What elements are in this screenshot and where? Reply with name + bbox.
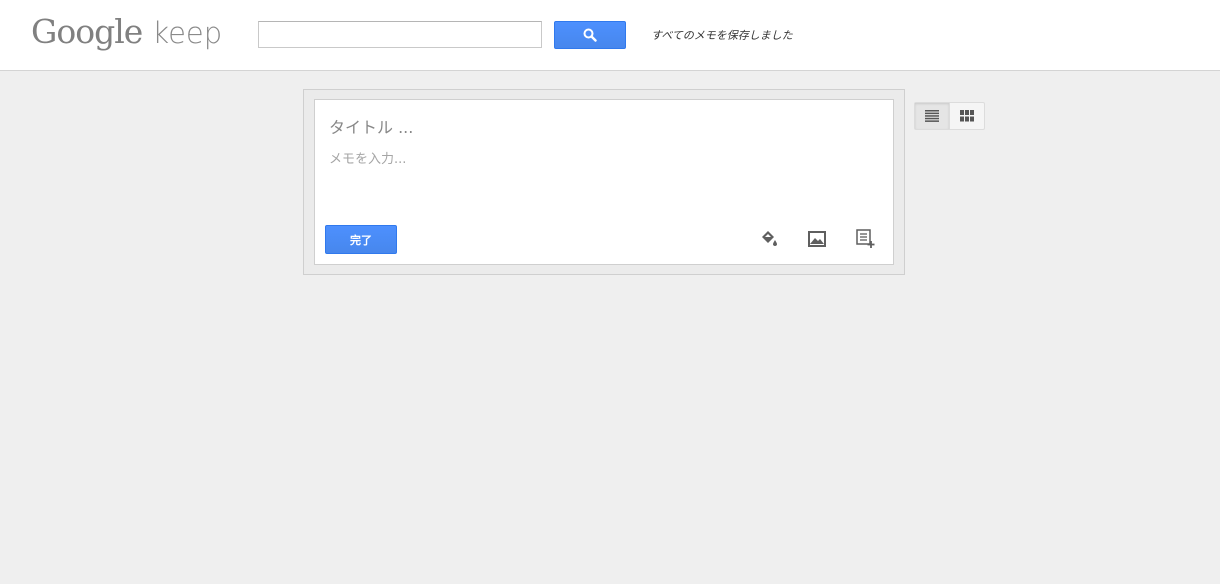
image-icon [808, 231, 826, 247]
search-icon [583, 28, 597, 42]
logo-keep-text: keep [152, 16, 223, 50]
google-keep-logo[interactable]: Google keep [31, 12, 222, 56]
add-checklist-button[interactable] [853, 226, 879, 252]
list-view-button[interactable] [915, 103, 950, 129]
search-input[interactable] [258, 21, 542, 48]
note-editor-card: タイトル ... メモを入力... 完了 [314, 99, 894, 265]
save-status-text: すべてのメモを保存しました [651, 29, 793, 42]
paint-bucket-icon [762, 231, 777, 246]
done-button[interactable]: 完了 [325, 225, 397, 254]
grid-view-icon [960, 110, 974, 122]
change-color-button[interactable] [756, 226, 782, 252]
checklist-add-icon [856, 229, 875, 248]
list-view-icon [925, 110, 939, 122]
top-header: Google keep すべてのメモを保存しました [0, 0, 1220, 71]
note-editor-container: タイトル ... メモを入力... 完了 [303, 89, 905, 275]
search-button[interactable] [554, 21, 626, 49]
grid-view-button[interactable] [950, 103, 984, 129]
note-body-field[interactable]: メモを入力... [329, 148, 406, 167]
add-image-button[interactable] [804, 226, 830, 252]
note-title-field[interactable]: タイトル ... [329, 114, 413, 138]
view-toggle [914, 102, 985, 130]
logo-google-text: Google [31, 12, 143, 51]
